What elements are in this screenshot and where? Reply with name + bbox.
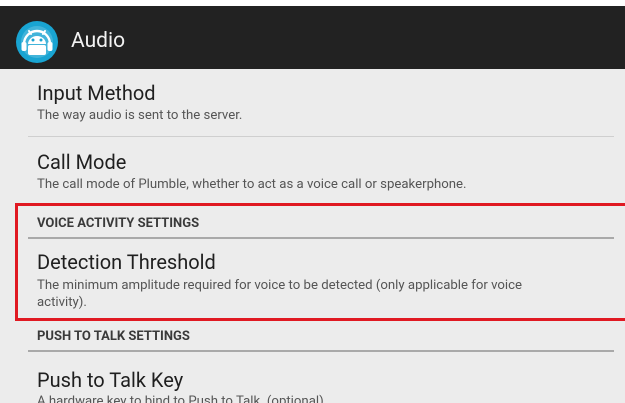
push-to-talk-category-header: PUSH TO TALK SETTINGS <box>37 329 190 344</box>
audio-settings-screen: Audio Input Method The way audio is sent… <box>0 0 625 403</box>
action-bar: Audio <box>0 6 625 69</box>
pref-input-method-summary: The way audio is sent to the server. <box>37 108 243 123</box>
pref-push-to-talk-key-title: Push to Talk Key <box>37 368 184 392</box>
highlight-annotation-box <box>15 203 625 321</box>
pref-push-to-talk-key-summary: A hardware key to bind to Push to Talk. … <box>37 394 324 403</box>
pref-call-mode-summary: The call mode of Plumble, whether to act… <box>37 177 467 192</box>
pref-input-method-title: Input Method <box>37 81 156 105</box>
android-headset-icon[interactable] <box>15 20 59 64</box>
category-divider <box>28 350 614 352</box>
pref-call-mode-title: Call Mode <box>37 150 127 174</box>
divider <box>28 136 614 137</box>
screen-title: Audio <box>71 29 126 53</box>
